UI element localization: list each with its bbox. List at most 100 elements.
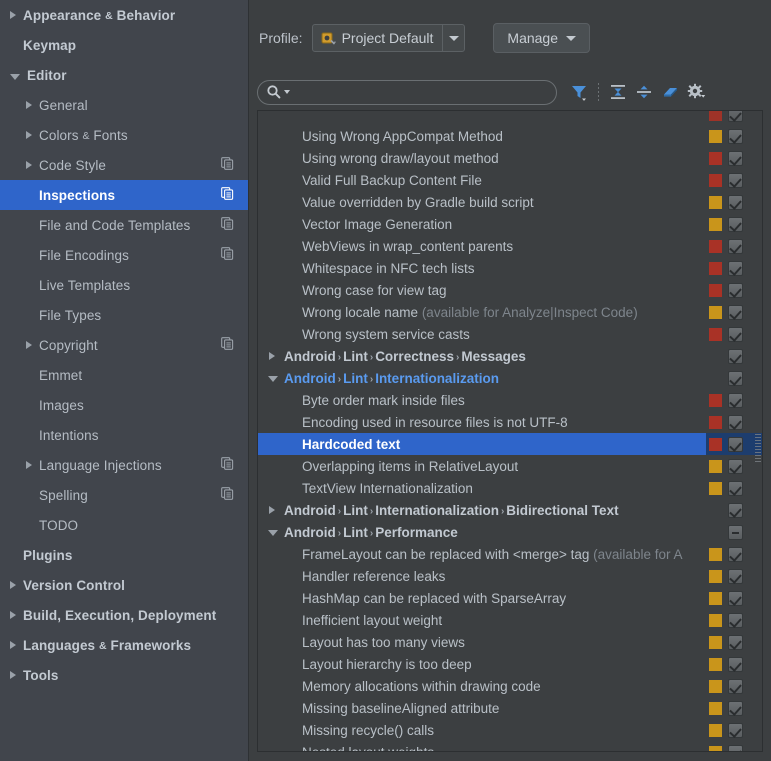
enable-inspection-checkbox[interactable] <box>728 635 743 650</box>
filter-icon[interactable] <box>566 79 592 105</box>
severity-swatch[interactable] <box>709 570 722 583</box>
enable-inspection-checkbox[interactable] <box>728 591 743 606</box>
enable-inspection-checkbox[interactable] <box>728 525 743 540</box>
enable-inspection-checkbox[interactable] <box>728 459 743 474</box>
enable-inspection-checkbox[interactable] <box>728 613 743 628</box>
search-options-chevron-icon[interactable] <box>284 90 290 94</box>
inspection-group-row[interactable]: Android›Lint›Internationalization <box>258 367 762 389</box>
copy-settings-icon[interactable] <box>221 337 234 353</box>
chevron-right-icon[interactable] <box>26 161 32 169</box>
copy-settings-icon[interactable] <box>221 187 234 203</box>
sidebar-item-languages-frameworks[interactable]: Languages & Frameworks <box>0 630 248 660</box>
inspection-row[interactable]: Missing baselineAligned attribute <box>258 697 762 719</box>
sidebar-item-images[interactable]: Images <box>0 390 248 420</box>
inspection-row[interactable]: Wrong system service casts <box>258 323 762 345</box>
severity-swatch[interactable] <box>709 152 722 165</box>
chevron-right-icon[interactable] <box>26 461 32 469</box>
settings-sidebar[interactable]: Appearance & BehaviorKeymapEditorGeneral… <box>0 0 249 761</box>
manage-button[interactable]: Manage <box>493 23 590 53</box>
chevron-right-icon[interactable] <box>10 641 16 649</box>
inspection-group-row[interactable]: Android›Lint›Internationalization›Bidire… <box>258 499 762 521</box>
chevron-right-icon[interactable] <box>10 11 16 19</box>
sidebar-item-file-encodings[interactable]: File Encodings <box>0 240 248 270</box>
enable-inspection-checkbox[interactable] <box>728 195 743 210</box>
severity-swatch[interactable] <box>709 548 722 561</box>
inspection-row[interactable]: Using Wrong AppCompat Method <box>258 125 762 147</box>
enable-inspection-checkbox[interactable] <box>728 701 743 716</box>
copy-settings-icon[interactable] <box>221 217 234 233</box>
enable-inspection-checkbox[interactable] <box>728 327 743 342</box>
inspection-row[interactable]: Wrong locale name (available for Analyze… <box>258 301 762 323</box>
sidebar-item-build-execution-deployment[interactable]: Build, Execution, Deployment <box>0 600 248 630</box>
severity-swatch[interactable] <box>709 284 722 297</box>
inspection-row[interactable]: Using wrong draw/layout method <box>258 147 762 169</box>
sidebar-item-spelling[interactable]: Spelling <box>0 480 248 510</box>
enable-inspection-checkbox[interactable] <box>728 151 743 166</box>
copy-settings-icon[interactable] <box>221 457 234 473</box>
severity-swatch[interactable] <box>709 394 722 407</box>
severity-swatch[interactable] <box>709 460 722 473</box>
profile-dropdown-button[interactable] <box>442 25 464 51</box>
severity-swatch[interactable] <box>709 438 722 451</box>
enable-inspection-checkbox[interactable] <box>728 657 743 672</box>
inspection-row[interactable]: Memory allocations within drawing code <box>258 675 762 697</box>
inspection-row[interactable]: Whitespace in NFC tech lists <box>258 257 762 279</box>
inspection-row[interactable]: Layout hierarchy is too deep <box>258 653 762 675</box>
enable-inspection-checkbox[interactable] <box>728 239 743 254</box>
chevron-right-icon[interactable] <box>10 671 16 679</box>
inspection-row[interactable]: Overlapping items in RelativeLayout <box>258 455 762 477</box>
severity-swatch[interactable] <box>709 614 722 627</box>
severity-swatch[interactable] <box>709 328 722 341</box>
sidebar-item-colors-fonts[interactable]: Colors & Fonts <box>0 120 248 150</box>
chevron-down-icon[interactable] <box>268 376 278 382</box>
enable-inspection-checkbox[interactable] <box>728 217 743 232</box>
severity-swatch[interactable] <box>709 174 722 187</box>
severity-swatch[interactable] <box>709 636 722 649</box>
chevron-right-icon[interactable] <box>269 352 275 360</box>
inspection-row[interactable]: FrameLayout can be replaced with <merge>… <box>258 543 762 565</box>
enable-inspection-checkbox[interactable] <box>728 371 743 386</box>
enable-inspection-checkbox[interactable] <box>728 393 743 408</box>
sidebar-item-appearance-behavior[interactable]: Appearance & Behavior <box>0 0 248 30</box>
inspections-list[interactable]: Using Wrong AppCompat MethodUsing wrong … <box>258 110 762 752</box>
enable-inspection-checkbox[interactable] <box>728 723 743 738</box>
enable-inspection-checkbox[interactable] <box>728 481 743 496</box>
sidebar-item-language-injections[interactable]: Language Injections <box>0 450 248 480</box>
chevron-right-icon[interactable] <box>26 341 32 349</box>
expand-all-icon[interactable] <box>605 79 631 105</box>
column-drag-handle[interactable] <box>755 434 761 462</box>
inspection-row[interactable]: Hardcoded text <box>258 433 762 455</box>
inspection-row[interactable]: Handler reference leaks <box>258 565 762 587</box>
sidebar-item-live-templates[interactable]: Live Templates <box>0 270 248 300</box>
inspection-row[interactable]: WebViews in wrap_content parents <box>258 235 762 257</box>
severity-swatch[interactable] <box>709 110 722 121</box>
enable-inspection-checkbox[interactable] <box>728 437 743 452</box>
profile-combobox-value-area[interactable]: Project Default <box>313 30 443 46</box>
severity-swatch[interactable] <box>709 218 722 231</box>
chevron-right-icon[interactable] <box>269 506 275 514</box>
severity-swatch[interactable] <box>709 130 722 143</box>
sidebar-item-general[interactable]: General <box>0 90 248 120</box>
inspection-row[interactable] <box>258 110 762 125</box>
copy-settings-icon[interactable] <box>221 247 234 263</box>
chevron-down-icon[interactable] <box>10 74 20 80</box>
copy-settings-icon[interactable] <box>221 157 234 173</box>
severity-swatch[interactable] <box>709 658 722 671</box>
enable-inspection-checkbox[interactable] <box>728 569 743 584</box>
chevron-down-icon[interactable] <box>268 530 278 536</box>
reset-eraser-icon[interactable] <box>657 79 683 105</box>
enable-inspection-checkbox[interactable] <box>728 503 743 518</box>
search-input[interactable] <box>257 80 557 105</box>
inspection-row[interactable]: TextView Internationalization <box>258 477 762 499</box>
sidebar-item-keymap[interactable]: Keymap <box>0 30 248 60</box>
enable-inspection-checkbox[interactable] <box>728 415 743 430</box>
sidebar-item-todo[interactable]: TODO <box>0 510 248 540</box>
gear-icon[interactable] <box>683 79 709 105</box>
inspection-row[interactable]: Missing recycle() calls <box>258 719 762 741</box>
enable-inspection-checkbox[interactable] <box>728 129 743 144</box>
profile-combobox[interactable]: Project Default <box>312 24 466 52</box>
chevron-right-icon[interactable] <box>26 101 32 109</box>
severity-swatch[interactable] <box>709 680 722 693</box>
enable-inspection-checkbox[interactable] <box>728 305 743 320</box>
inspection-row[interactable]: Value overridden by Gradle build script <box>258 191 762 213</box>
